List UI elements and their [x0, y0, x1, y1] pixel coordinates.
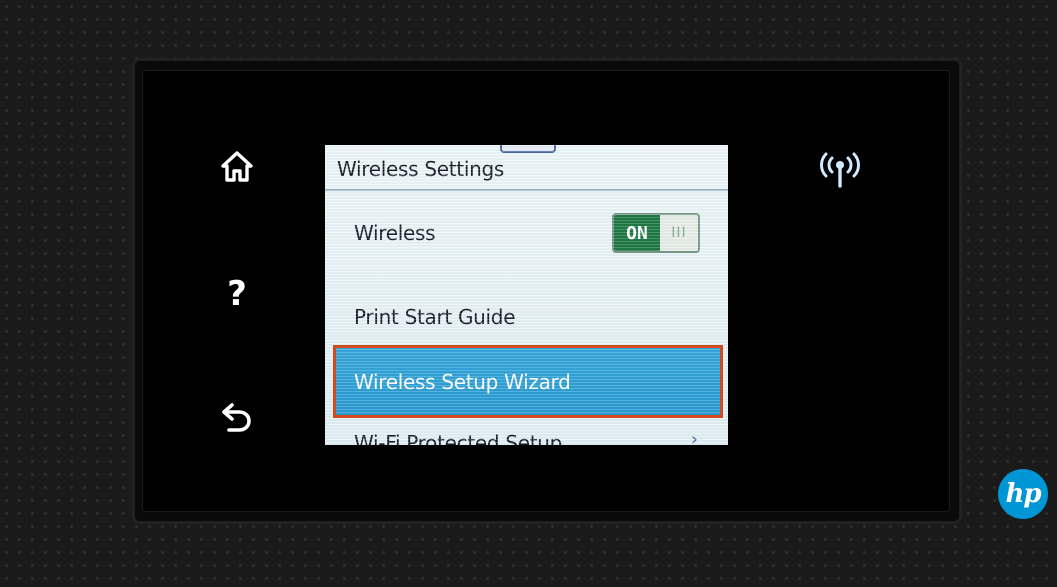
help-button[interactable]: ?	[215, 272, 259, 316]
menu-item-wireless-setup-wizard[interactable]: Wireless Setup Wizard	[325, 348, 728, 416]
back-icon	[222, 403, 251, 432]
back-button[interactable]	[215, 395, 259, 439]
hp-logo-text: hp	[1005, 479, 1041, 509]
wireless-button[interactable]	[818, 148, 862, 192]
wireless-icon	[820, 152, 860, 188]
menu-item-wifi-protected-setup[interactable]: Wi-Fi Protected Setup ›	[325, 423, 728, 445]
chevron-right-icon: ›	[690, 429, 698, 445]
menu-item-label: Wireless Setup Wizard	[354, 370, 571, 394]
hp-logo: hp	[998, 469, 1048, 519]
toggle-on-label: ON	[614, 215, 660, 251]
menu-item-label: Wireless	[354, 221, 436, 245]
home-icon	[221, 151, 253, 182]
menu-item-print-start-guide[interactable]: Print Start Guide	[325, 295, 728, 345]
toggle-knob: III	[671, 225, 687, 241]
pull-down-tab[interactable]	[500, 145, 556, 153]
screen-title: Wireless Settings	[337, 157, 504, 181]
touch-screen: Wireless Settings Wireless ON III Print …	[325, 145, 728, 445]
selected-item-highlight: Wireless Setup Wizard	[335, 348, 723, 416]
menu-item-wireless[interactable]: Wireless ON III	[325, 207, 728, 259]
help-icon: ?	[227, 274, 247, 314]
title-divider	[325, 189, 728, 191]
home-button[interactable]	[215, 145, 259, 189]
wireless-toggle[interactable]: ON III	[612, 213, 700, 253]
menu-item-label: Print Start Guide	[354, 305, 516, 329]
menu-item-label: Wi-Fi Protected Setup	[354, 431, 563, 445]
